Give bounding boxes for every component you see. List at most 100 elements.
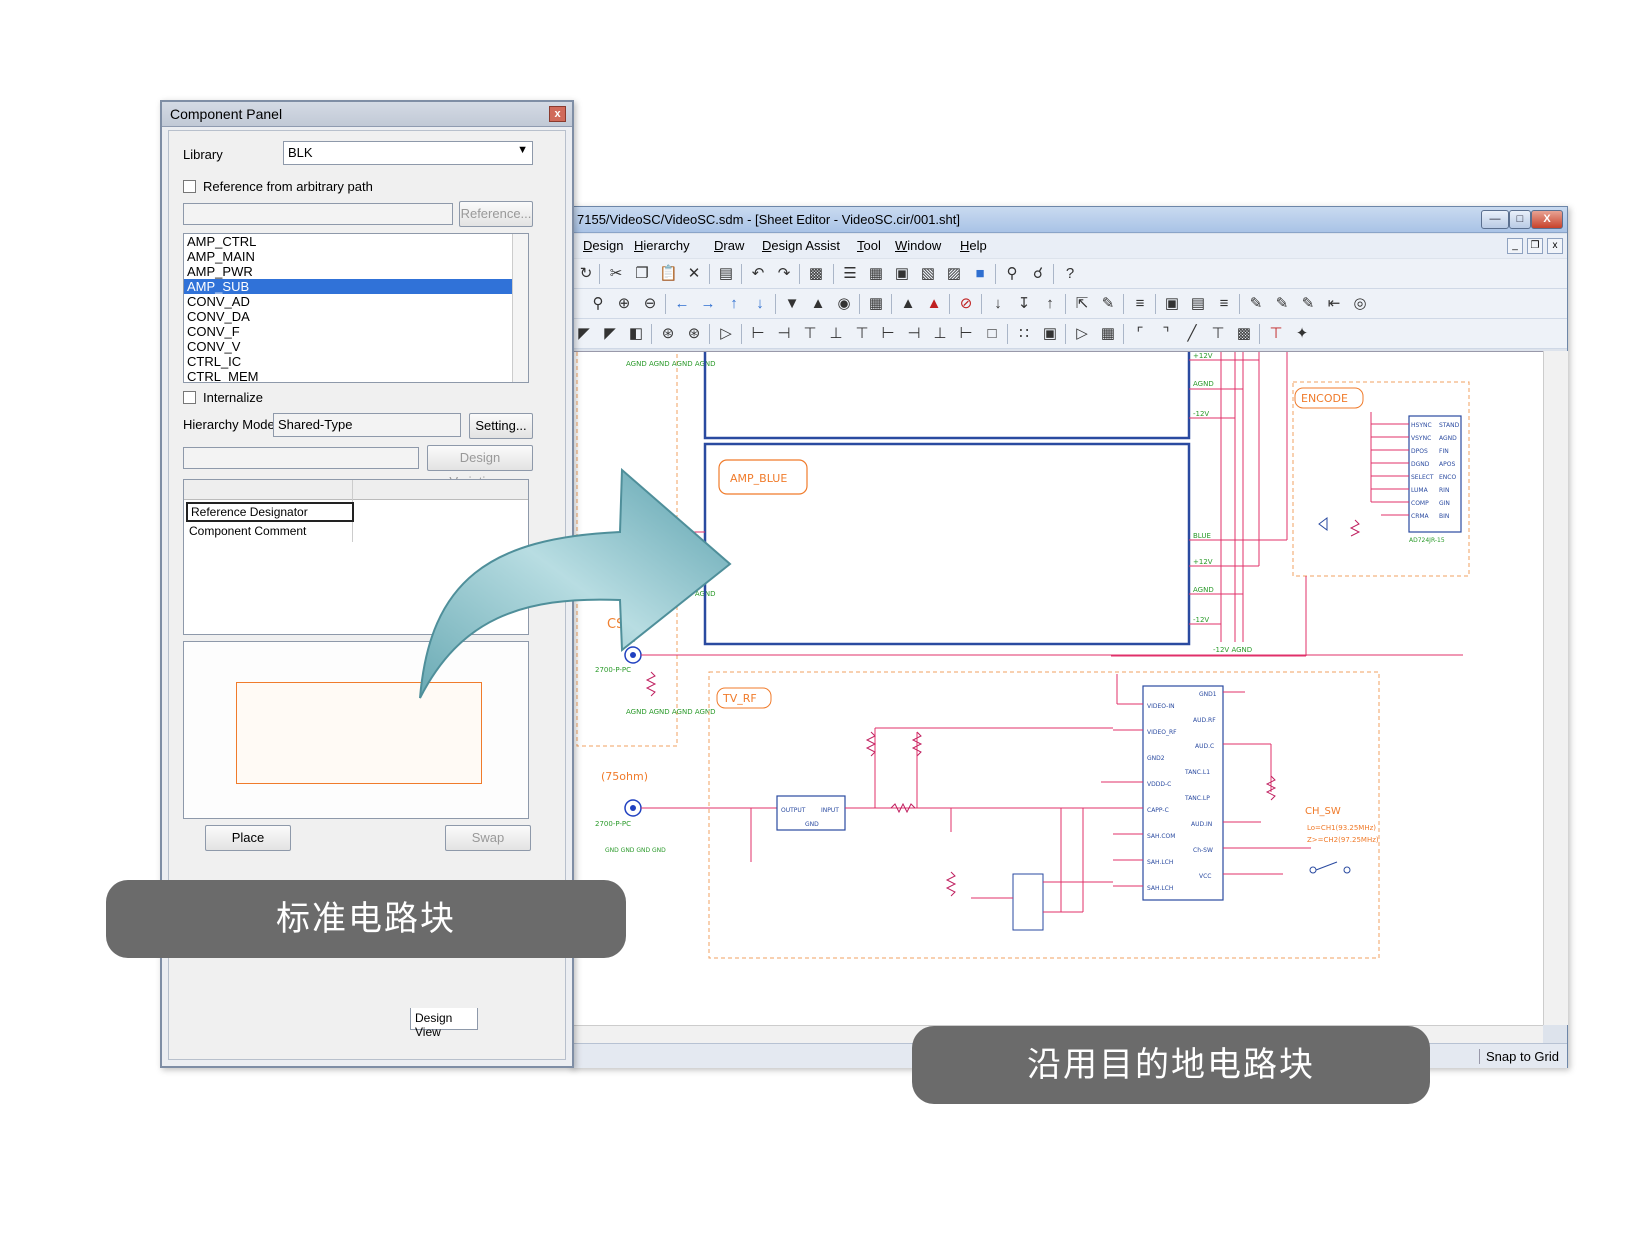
space-icon[interactable]: ⊥ xyxy=(931,325,949,343)
snap-to-grid-status[interactable]: Snap to Grid xyxy=(1479,1049,1559,1064)
port-icon[interactable]: ⇤ xyxy=(1325,295,1343,313)
pins-icon[interactable]: ≡ xyxy=(1215,295,1233,313)
mdi-restore-button[interactable]: ❐ xyxy=(1527,238,1543,254)
cut-icon[interactable]: ✂ xyxy=(607,265,625,283)
place-button[interactable]: Place xyxy=(205,825,291,851)
globe-icon[interactable]: ◎ xyxy=(1351,295,1369,313)
reference-button[interactable]: Reference... xyxy=(459,201,533,227)
move-down-icon[interactable]: ↓ xyxy=(989,295,1007,313)
align-top-icon[interactable]: ⊤ xyxy=(801,325,819,343)
sheet-icon[interactable]: ▩ xyxy=(807,265,825,283)
junction-icon[interactable]: ⊤ xyxy=(1267,325,1285,343)
symbol-edit-icon[interactable]: ▤ xyxy=(1189,295,1207,313)
component-list-item[interactable]: AMP_PWR xyxy=(184,264,528,279)
component-list-item[interactable]: AMP_CTRL xyxy=(184,234,528,249)
maximize-button[interactable]: □ xyxy=(1509,210,1531,229)
hierarchy-model-field[interactable]: Shared-Type xyxy=(273,413,461,437)
component-list[interactable]: AMP_CTRL AMP_MAIN AMP_PWR AMP_SUB CONV_AD CON… xyxy=(183,233,529,383)
component-list-item[interactable]: CONV_DA xyxy=(184,309,528,324)
no-connect-icon[interactable]: ✦ xyxy=(1293,325,1311,343)
open-icon[interactable]: ↻ xyxy=(577,265,595,283)
binoculars-icon[interactable]: ◉ xyxy=(835,295,853,313)
arrow-up-icon[interactable]: ↑ xyxy=(725,295,743,313)
design-view-tab[interactable]: Design View xyxy=(410,1008,478,1039)
property-reference-designator[interactable]: Reference Designator xyxy=(186,502,354,522)
minimize-button[interactable]: — xyxy=(1481,210,1509,229)
distribute-v-icon[interactable]: ⊣ xyxy=(905,325,923,343)
draw-tool-4-icon[interactable]: ⊛ xyxy=(659,325,677,343)
tree-icon[interactable]: ☰ xyxy=(841,265,859,283)
redo-icon[interactable]: ↷ xyxy=(775,265,793,283)
pen3-icon[interactable]: ✎ xyxy=(1299,295,1317,313)
swap-button[interactable]: Swap xyxy=(445,825,531,851)
browse-icon[interactable]: ▨ xyxy=(945,265,963,283)
menu-tool[interactable]: Tool xyxy=(857,238,881,253)
mdi-minimize-button[interactable]: _ xyxy=(1507,238,1523,254)
window-icon[interactable]: ▣ xyxy=(893,265,911,283)
draw-tool-2-icon[interactable]: ◤ xyxy=(601,325,619,343)
pop-icon[interactable]: ▲ xyxy=(809,295,827,313)
form-icon[interactable]: ▧ xyxy=(919,265,937,283)
vertical-scrollbar[interactable] xyxy=(1543,351,1568,1025)
snap-icon[interactable]: ∷ xyxy=(1015,325,1033,343)
bus-icon[interactable]: ⌜ xyxy=(1131,325,1149,343)
space2-icon[interactable]: ⊢ xyxy=(957,325,975,343)
arrow-left-icon[interactable]: ← xyxy=(673,295,691,313)
reference-path-input[interactable] xyxy=(183,203,453,225)
close-button[interactable]: X xyxy=(1531,210,1563,229)
align-right-icon[interactable]: ⊣ xyxy=(775,325,793,343)
bus-entry-icon[interactable]: ⊤ xyxy=(1209,325,1227,343)
wire-icon[interactable]: ⌝ xyxy=(1157,325,1175,343)
library-select[interactable]: BLK ▼ xyxy=(283,141,533,165)
find-icon[interactable]: ⚲ xyxy=(1003,265,1021,283)
export-icon[interactable]: ⇱ xyxy=(1073,295,1091,313)
menu-draw[interactable]: Draw xyxy=(714,238,744,253)
setting-button[interactable]: Setting... xyxy=(469,413,533,439)
compile-icon[interactable]: ■ xyxy=(971,265,989,283)
paste-icon[interactable]: 📋 xyxy=(659,265,678,283)
buffer-icon[interactable]: ▷ xyxy=(1073,325,1091,343)
arrow-down-icon[interactable]: ↓ xyxy=(751,295,769,313)
mdi-close-button[interactable]: x xyxy=(1547,238,1563,254)
check-icon[interactable]: ▲ xyxy=(899,295,917,313)
find-next-icon[interactable]: ☌ xyxy=(1029,265,1047,283)
zoom-fit-icon[interactable]: ⚲ xyxy=(589,295,607,313)
component-list-scrollbar[interactable] xyxy=(512,234,528,382)
draw-tool-1-icon[interactable]: ◤ xyxy=(575,325,593,343)
reference-arbitrary-checkbox[interactable] xyxy=(183,180,196,193)
table-icon[interactable]: ▦ xyxy=(867,265,885,283)
move-bottom-icon[interactable]: ↧ xyxy=(1015,295,1033,313)
distribute-h-icon[interactable]: ⊢ xyxy=(879,325,897,343)
component-list-item[interactable]: CTRL_IC xyxy=(184,354,528,369)
line-icon[interactable]: ╱ xyxy=(1183,325,1201,343)
component-list-item[interactable]: CONV_V xyxy=(184,339,528,354)
property-component-comment[interactable]: Component Comment xyxy=(189,524,306,538)
arrow-right-icon[interactable]: → xyxy=(699,295,717,313)
help-icon[interactable]: ? xyxy=(1061,265,1079,283)
panel-close-icon[interactable]: x xyxy=(549,106,566,122)
symbol-icon[interactable]: ▣ xyxy=(1163,295,1181,313)
menu-help[interactable]: Help xyxy=(960,238,987,253)
chip-icon[interactable]: ▦ xyxy=(1099,325,1117,343)
pen-icon[interactable]: ✎ xyxy=(1247,295,1265,313)
stop-icon[interactable]: ⊘ xyxy=(957,295,975,313)
rect-icon[interactable]: □ xyxy=(983,325,1001,343)
push-icon[interactable]: ▼ xyxy=(783,295,801,313)
draw-tool-3-icon[interactable]: ◧ xyxy=(627,325,645,343)
internalize-checkbox[interactable] xyxy=(183,391,196,404)
component-list-item[interactable]: AMP_SUB xyxy=(184,279,528,294)
component-list-item[interactable]: CONV_F xyxy=(184,324,528,339)
draw-tool-6-icon[interactable]: ▷ xyxy=(717,325,735,343)
block-icon[interactable]: ▩ xyxy=(1235,325,1253,343)
align-center-icon[interactable]: ⊤ xyxy=(853,325,871,343)
delete-icon[interactable]: ✕ xyxy=(685,265,703,283)
edit-icon[interactable]: ✎ xyxy=(1099,295,1117,313)
error-icon[interactable]: ▲ xyxy=(925,295,943,313)
component-list-item[interactable]: AMP_MAIN xyxy=(184,249,528,264)
component-list-item[interactable]: CTRL_MEM xyxy=(184,369,528,382)
menu-hierarchy[interactable]: Hierarchy xyxy=(634,238,690,253)
pen2-icon[interactable]: ✎ xyxy=(1273,295,1291,313)
draw-tool-5-icon[interactable]: ⊛ xyxy=(685,325,703,343)
undo-icon[interactable]: ↶ xyxy=(749,265,767,283)
menu-design-assist[interactable]: Design Assist xyxy=(762,238,840,253)
